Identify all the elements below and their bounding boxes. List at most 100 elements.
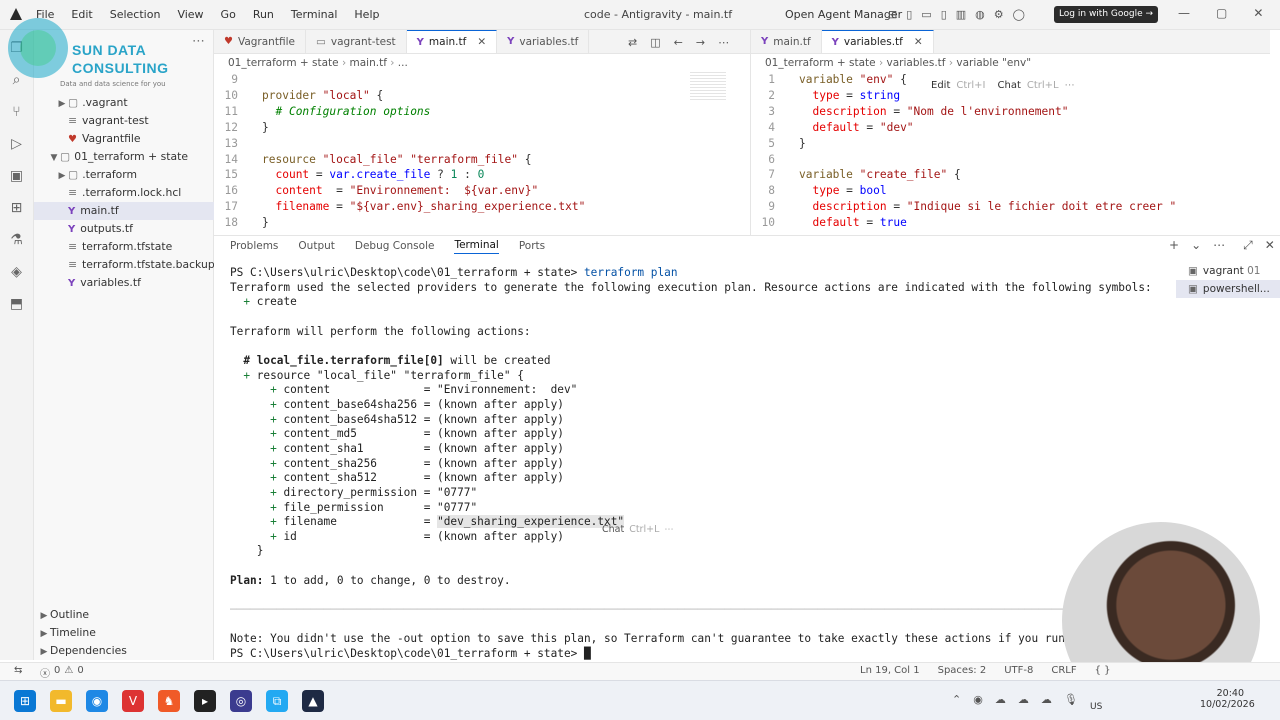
tree-item[interactable]: ▼ ▢ 01_terraform + state — [34, 148, 214, 166]
terminal-chat-more-icon[interactable]: ⋯ — [664, 524, 674, 535]
close-tab-icon[interactable]: ✕ — [914, 36, 923, 48]
tree-item[interactable]: Ymain.tf — [34, 202, 214, 220]
tree-item[interactable]: ≡ .terraform.lock.hcl — [34, 184, 214, 202]
tab-main-tf[interactable]: Ymain.tf — [751, 30, 822, 53]
extensions-sidebar-icon[interactable]: ⊞ — [11, 200, 23, 216]
inline-edit-label[interactable]: Edit — [931, 80, 950, 91]
indentation[interactable]: Spaces: 2 — [938, 665, 987, 676]
tab-main-tf[interactable]: Ymain.tf ✕ — [406, 30, 498, 53]
toggle-panel-icon[interactable]: ▭ — [921, 8, 931, 21]
panel-tab-output[interactable]: Output — [298, 240, 334, 252]
menu-item-file[interactable]: File — [36, 8, 54, 21]
menu-item-run[interactable]: Run — [253, 8, 274, 21]
brave-icon[interactable]: ♞ — [158, 690, 180, 712]
split-editor-icon[interactable]: ◫ — [650, 36, 660, 49]
panel-tab-problems[interactable]: Problems — [230, 240, 278, 252]
onedrive-icon[interactable]: ☁ — [995, 693, 1006, 706]
tray-app-icon[interactable]: ◉ — [973, 693, 983, 706]
microphone-icon[interactable]: 🎙 — [1064, 693, 1078, 706]
onedrive-2-icon[interactable]: ☁ — [1018, 693, 1029, 706]
account-icon[interactable]: ◯ — [1013, 8, 1025, 21]
sidebar-section-outline[interactable]: ▶ Outline — [34, 606, 214, 624]
code-main-tf[interactable]: 9 10 provider "local" {11 # Configuration … — [214, 72, 750, 231]
breadcrumb-item[interactable]: ... — [398, 57, 408, 69]
language-mode[interactable]: { } — [1095, 665, 1111, 676]
tree-item[interactable]: ▶ ▢ .vagrant — [34, 94, 214, 112]
menu-item-selection[interactable]: Selection — [110, 8, 161, 21]
inline-chat-label[interactable]: Chat — [998, 80, 1021, 91]
terminal-app-icon[interactable]: ▸ — [194, 690, 216, 712]
panel-tab-debug-console[interactable]: Debug Console — [355, 240, 435, 252]
menu-item-terminal[interactable]: Terminal — [291, 8, 338, 21]
compare-icon[interactable]: ⇄ — [628, 36, 637, 49]
go-back-icon[interactable]: ← — [674, 36, 683, 49]
breadcrumb-item[interactable]: 01_terraform + state — [228, 57, 339, 69]
gitlens-icon[interactable]: ◈ — [11, 264, 22, 280]
panel-more-icon[interactable]: ⋯ — [1213, 238, 1225, 253]
explorer-icon[interactable]: ❐ — [10, 40, 23, 56]
tree-item[interactable]: ≡ vagrant-test — [34, 112, 214, 130]
terminal-output[interactable]: PS C:\Users\ulric\Desktop\code\01_terraf… — [230, 266, 1180, 661]
tree-item[interactable]: Yvariables.tf — [34, 274, 214, 292]
menu-item-view[interactable]: View — [177, 8, 203, 21]
breadcrumb-item[interactable]: main.tf — [350, 57, 387, 69]
remote-explorer-icon[interactable]: ▣ — [10, 168, 23, 184]
toggle-sidebar-icon[interactable]: ▯ — [906, 8, 912, 21]
vivaldi-icon[interactable]: V — [122, 690, 144, 712]
settings-gear-icon[interactable]: ⚙ — [994, 8, 1004, 21]
menu-item-edit[interactable]: Edit — [71, 8, 92, 21]
minimize-icon[interactable]: — — [1178, 6, 1190, 20]
cursor-position[interactable]: Ln 19, Col 1 — [860, 665, 920, 676]
agent-manager-link[interactable]: Open Agent Manager — [785, 8, 902, 21]
tab-variables-tf[interactable]: Yvariables.tf — [497, 30, 590, 53]
sidebar-section-dependencies[interactable]: ▶ Dependencies — [34, 642, 214, 660]
problems-indicator[interactable]: ⓧ 0 ⚠ 0 — [40, 665, 84, 680]
close-panel-icon[interactable]: ✕ — [1265, 238, 1275, 253]
tree-item[interactable]: ♥ Vagrantfile — [34, 130, 214, 148]
terminal-chat-label[interactable]: Chat — [602, 524, 624, 535]
vscode-icon[interactable]: ⧉ — [266, 690, 288, 712]
input-language[interactable]: US — [1090, 702, 1102, 712]
maximize-panel-icon[interactable]: ⤢ — [1243, 238, 1253, 253]
tab-vagrant-test[interactable]: ▭ vagrant-test — [306, 30, 407, 53]
tab-vagrantfile[interactable]: ♥ Vagrantfile — [214, 30, 306, 53]
tree-item[interactable]: ≡ terraform.tfstate.backup — [34, 256, 215, 274]
testing-icon[interactable]: ⚗ — [10, 232, 23, 248]
clock[interactable]: 20:40 10/02/2026 — [1200, 688, 1255, 710]
maximize-icon[interactable]: ▢ — [1216, 6, 1227, 20]
menu-item-help[interactable]: Help — [354, 8, 379, 21]
search-icon[interactable]: ⌕ — [13, 72, 21, 88]
tree-item[interactable]: Youtputs.tf — [34, 220, 214, 238]
breadcrumb-item[interactable]: variables.tf — [887, 57, 946, 69]
obs-icon[interactable]: ◎ — [230, 690, 252, 712]
more-editor-actions-icon[interactable]: ⋯ — [718, 36, 729, 49]
extensions-icon[interactable]: ◍ — [975, 8, 985, 21]
terminal-instance[interactable]: ▣ powershell... — [1176, 280, 1280, 298]
close-window-icon[interactable]: ✕ — [1253, 6, 1263, 20]
inline-more-icon[interactable]: ⋯ — [1065, 80, 1075, 91]
login-google-button[interactable]: Log in with Google → — [1054, 6, 1158, 23]
antigravity-icon[interactable]: ▲ — [302, 690, 324, 712]
file-explorer-icon[interactable]: ▬ — [50, 690, 72, 712]
edge-browser-icon[interactable]: ◉ — [86, 690, 108, 712]
new-terminal-icon[interactable]: + — [1169, 238, 1179, 253]
more-actions-icon[interactable]: ⋯ — [192, 34, 205, 49]
cloud-icon[interactable]: ☁ — [1041, 693, 1052, 706]
toggle-secondary-icon[interactable]: ▯ — [941, 8, 947, 21]
tab-variables-tf[interactable]: Yvariables.tf ✕ — [821, 30, 934, 53]
remote-indicator-icon[interactable]: ⇆ — [14, 665, 22, 676]
panel-tab-terminal[interactable]: Terminal — [454, 239, 499, 254]
tray-chevron-icon[interactable]: ⌃ — [952, 693, 961, 706]
breadcrumb-item[interactable]: 01_terraform + state — [765, 57, 876, 69]
end-of-line[interactable]: CRLF — [1051, 665, 1076, 676]
tree-item[interactable]: ≡ terraform.tfstate — [34, 238, 214, 256]
breadcrumb-item[interactable]: variable "env" — [956, 57, 1031, 69]
windows-start-icon[interactable]: ⊞ — [14, 690, 36, 712]
layout-split-icon[interactable]: ▥ — [956, 8, 966, 21]
code-variables-tf[interactable]: 1 variable "env" {2 type = string 3 descri… — [751, 72, 1270, 231]
terminal-instance[interactable]: ▣ vagrant 01 — [1176, 262, 1280, 280]
close-tab-icon[interactable]: ✕ — [477, 36, 486, 48]
source-control-icon[interactable]: ⑂ — [12, 104, 20, 120]
layout-grid-icon[interactable]: ⊞ — [888, 8, 897, 21]
run-debug-icon[interactable]: ▷ — [11, 136, 22, 152]
